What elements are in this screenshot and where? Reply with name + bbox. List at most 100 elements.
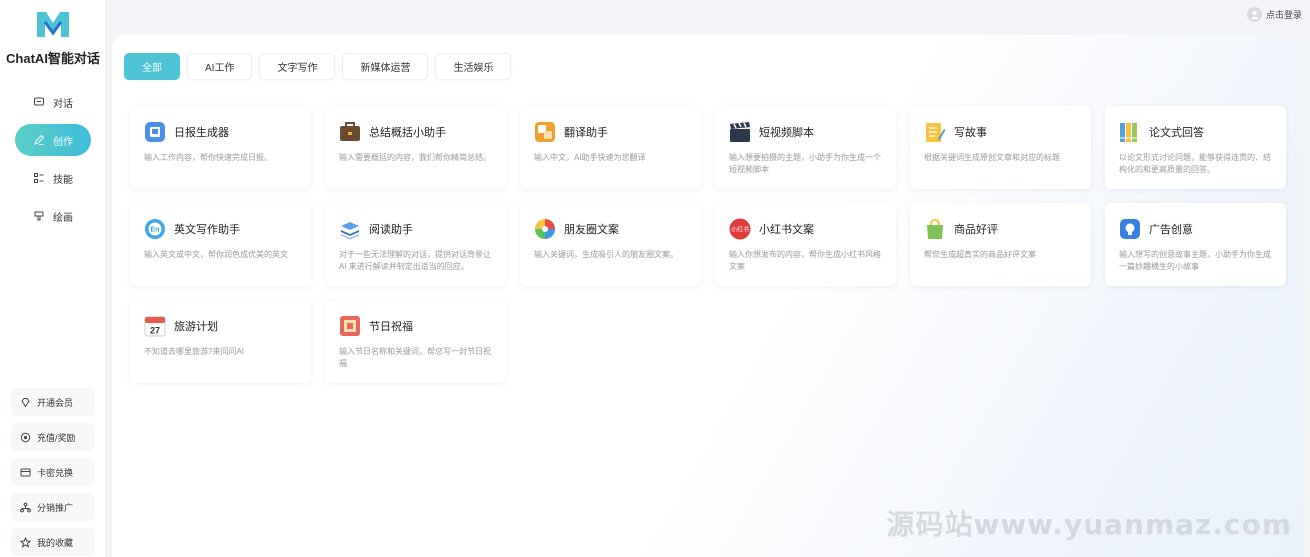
card-description: 输入想写的创意故事主题，小助手为你生成一篇妙趣横生的小故事 [1119, 250, 1271, 271]
card-head: 朋友圈文案 [534, 217, 687, 241]
card-head: 论文式回答 [1119, 120, 1272, 144]
list-icon [33, 172, 45, 184]
tool-card[interactable]: 论文式回答 以论文形式讨论问题，能够获得连贯的、结构化的和更高质量的回答。 [1105, 106, 1286, 189]
card-title: 英文写作助手 [174, 224, 240, 236]
card-head: En 英文写作助手 [144, 217, 297, 241]
tab-4[interactable]: 生活娱乐 [435, 53, 512, 80]
tool-card[interactable]: En 英文写作助手 输入英文或中文，帮你润色成优美的英文 [130, 203, 311, 286]
english-icon: En [144, 218, 166, 240]
card-title: 旅游计划 [174, 321, 218, 333]
card-head: 27 旅游计划 [144, 314, 297, 338]
nav-item-0[interactable]: 对话 [15, 86, 91, 118]
tool-card[interactable]: 写故事 根据关键词生成原创文章和对应的标题 [910, 106, 1091, 189]
bottom-menu-item-4[interactable]: 我的收藏 [11, 528, 95, 556]
nav-label: 技能 [53, 174, 73, 186]
card-head: 广告创意 [1119, 217, 1272, 241]
notepad-icon [924, 121, 946, 143]
paint-icon [33, 210, 45, 222]
bottom-menu-item-1[interactable]: 充值/奖励 [11, 423, 95, 451]
tool-card[interactable]: 商品好评 帮您生成超真实的商品好评文案 [910, 203, 1091, 286]
card-title: 小红书文案 [759, 224, 814, 236]
xiaohongshu-icon: 小红书 [729, 218, 751, 240]
card-description: 以论文形式讨论问题，能够获得连贯的、结构化的和更高质量的回答。 [1119, 153, 1271, 174]
bottom-menu-item-2[interactable]: 卡密兑换 [11, 458, 95, 486]
card-description: 输入你想发布的内容，帮你生成小红书风格文案 [729, 250, 881, 271]
category-tabs: 全部 AI工作 文字写作 新媒体运营 生活娱乐 [124, 53, 518, 80]
nav-item-1[interactable]: 创作 [15, 124, 91, 156]
festival-icon [339, 315, 361, 337]
nav-item-3[interactable]: 绘画 [15, 200, 91, 232]
books-icon [339, 218, 361, 240]
card-title: 总结概括小助手 [369, 127, 446, 139]
card-description: 输入节日名称和关键词，帮您写一封节日祝福 [339, 347, 491, 368]
svg-text:En: En [151, 227, 160, 234]
card-title: 商品好评 [954, 224, 998, 236]
bottom-menu-label: 充值/奖励 [37, 432, 76, 443]
shopping-bag-icon [924, 218, 946, 240]
card-head: 翻译助手 [534, 120, 687, 144]
pen-icon [33, 134, 45, 146]
card-description: 根据关键词生成原创文章和对应的标题 [924, 153, 1060, 162]
sidebar: ChatAI智能对话 对话 创作 技能 绘画 开通会员 充值/奖励 卡密兑换 分销推广 我的收… [0, 0, 106, 557]
card-title: 朋友圈文案 [564, 224, 619, 236]
tool-card[interactable]: 短视频脚本 输入想要拍摄的主题，小助手为你生成一个短视频脚本 [715, 106, 896, 189]
app-logo [37, 12, 69, 37]
nav-item-2[interactable]: 技能 [15, 162, 91, 194]
card-title: 日报生成器 [174, 127, 229, 139]
tab-3[interactable]: 新媒体运营 [342, 53, 429, 80]
card-description: 不知道去哪里旅游?来问问AI [144, 347, 245, 356]
card-icon [20, 467, 31, 478]
card-title: 短视频脚本 [759, 127, 814, 139]
card-head: 短视频脚本 [729, 120, 882, 144]
card-head: 写故事 [924, 120, 1077, 144]
tool-card[interactable]: 节日祝福 输入节日名称和关键词，帮您写一封节日祝福 [325, 300, 506, 383]
card-title: 论文式回答 [1149, 127, 1204, 139]
coin-icon [20, 432, 31, 443]
card-title: 翻译助手 [564, 127, 608, 139]
aperture-icon [534, 218, 556, 240]
card-title: 节日祝福 [369, 321, 413, 333]
tool-card[interactable]: 总结概括小助手 输入需要概括的内容，我们帮你精简总结。 [325, 106, 506, 189]
binders-icon [1119, 121, 1141, 143]
briefcase-icon [339, 121, 361, 143]
diamond-icon [20, 397, 31, 408]
bottom-menu-label: 卡密兑换 [37, 467, 74, 478]
bottom-menu-item-3[interactable]: 分销推广 [11, 493, 95, 521]
card-title: 阅读助手 [369, 224, 413, 236]
card-description: 输入中文，AI助手快速为您翻译 [534, 153, 646, 162]
clapperboard-icon [729, 121, 751, 143]
card-description: 输入英文或中文，帮你润色成优美的英文 [144, 250, 288, 259]
card-title: 广告创意 [1149, 224, 1193, 236]
bottom-menu-label: 分销推广 [37, 502, 74, 513]
card-head: 节日祝福 [339, 314, 492, 338]
daily-report-icon [144, 121, 166, 143]
card-title: 写故事 [954, 127, 987, 139]
tool-card[interactable]: 翻译助手 输入中文，AI助手快速为您翻译 [520, 106, 701, 189]
nav-label: 创作 [53, 136, 73, 148]
card-head: 商品好评 [924, 217, 1077, 241]
card-head: 总结概括小助手 [339, 120, 492, 144]
tab-1[interactable]: AI工作 [187, 53, 253, 80]
card-head: 阅读助手 [339, 217, 492, 241]
tool-card[interactable]: 27 旅游计划 不知道去哪里旅游?来问问AI [130, 300, 311, 383]
card-description: 输入想要拍摄的主题，小助手为你生成一个短视频脚本 [729, 153, 881, 174]
star-icon [20, 536, 31, 548]
tool-card[interactable]: 朋友圈文案 输入关键词，生成吸引人的朋友圈文案。 [520, 203, 701, 286]
card-description: 对于一些无法理解的对话，提供对话背景让 AI 来进行解读并制定出适当的回应。 [339, 250, 491, 271]
lightbulb-icon [1119, 218, 1141, 240]
bottom-menu-label: 我的收藏 [37, 537, 74, 548]
tool-card[interactable]: 广告创意 输入想写的创意故事主题，小助手为你生成一篇妙趣横生的小故事 [1105, 203, 1286, 286]
translate-icon [534, 121, 556, 143]
tab-2[interactable]: 文字写作 [259, 53, 336, 80]
login-button[interactable]: 点击登录 [1246, 6, 1302, 22]
tool-card[interactable]: 日报生成器 输入工作内容，帮你快速完成日报。 [130, 106, 311, 189]
tab-0[interactable]: 全部 [124, 53, 180, 80]
nav-label: 对话 [53, 98, 73, 110]
tool-card[interactable]: 阅读助手 对于一些无法理解的对话，提供对话背景让 AI 来进行解读并制定出适当的… [325, 203, 506, 286]
card-head: 小红书 小红书文案 [729, 217, 882, 241]
nav-label: 绘画 [53, 212, 73, 224]
card-description: 输入关键词，生成吸引人的朋友圈文案。 [534, 250, 678, 259]
card-description: 帮您生成超真实的商品好评文案 [924, 250, 1036, 259]
bottom-menu-item-0[interactable]: 开通会员 [11, 388, 95, 416]
tool-card[interactable]: 小红书 小红书文案 输入你想发布的内容，帮你生成小红书风格文案 [715, 203, 896, 286]
